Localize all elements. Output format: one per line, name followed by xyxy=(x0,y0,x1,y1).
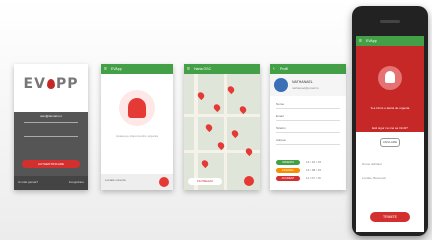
user-info: Nume utilizator xyxy=(362,162,383,166)
phone-device: ≡ EVApp S-a trimis o alerta de urgenta E… xyxy=(352,6,428,236)
app-header: ≡ Harta OSC xyxy=(184,64,260,74)
menu-icon[interactable]: ≡ xyxy=(187,64,190,74)
email-underline xyxy=(24,122,78,123)
profile-row[interactable]: Email xyxy=(276,112,340,121)
login-screen: EV PP user@domain.ro AUTHENTIFICARE Ai ui… xyxy=(14,64,88,190)
status-value: 12 / 10 / 16 xyxy=(306,160,322,164)
alarm-caption: Apasa pe clopot pentru urgenta xyxy=(116,134,158,138)
password-underline xyxy=(24,136,78,137)
app-header: ‹ Profil xyxy=(270,64,346,74)
map-marker[interactable] xyxy=(200,158,210,169)
login-button[interactable]: AUTHENTIFICARE xyxy=(22,160,80,168)
phone-speaker xyxy=(380,20,400,23)
app-header: ≡ EVApp xyxy=(356,36,424,46)
map-marker[interactable] xyxy=(212,102,222,113)
pin-icon xyxy=(46,79,55,89)
alert-text: S-a trimis o alerta de urgenta xyxy=(370,106,410,110)
app-header: ≡ EVApp xyxy=(101,64,173,74)
profile-card: NATHANAEL nathanael@email.ro xyxy=(270,74,346,96)
alert-panel: S-a trimis o alerta de urgenta Esti sigu… xyxy=(356,46,424,132)
profile-email: nathanael@email.ro xyxy=(292,86,319,90)
map-screen: ≡ Harta OSC FILTREAZA xyxy=(184,64,260,190)
fab-button[interactable] xyxy=(159,177,169,187)
map-marker[interactable] xyxy=(230,128,240,139)
menu-icon[interactable]: ≡ xyxy=(359,36,362,46)
cancel-button[interactable]: ANULARE xyxy=(380,138,400,147)
bell-icon xyxy=(385,71,395,83)
profile-row[interactable]: Telefon xyxy=(276,124,340,133)
filter-button[interactable]: FILTREAZA xyxy=(188,178,222,185)
alert-subtext: Esti sigur ca vrei sa trimiti? xyxy=(372,126,408,130)
location-text: Locatie curenta xyxy=(105,178,126,182)
back-icon[interactable]: ‹ xyxy=(273,64,275,74)
status-pill: URGENTA xyxy=(276,160,300,165)
alarm-button[interactable] xyxy=(378,66,402,90)
location-info: Locatie: Bucuresti xyxy=(362,176,386,180)
map-road xyxy=(194,74,198,190)
alarm-screen: ≡ EVApp Apasa pe clopot pentru urgenta L… xyxy=(101,64,173,190)
login-footer: Ai uitat parola? Inregistrare xyxy=(14,176,88,190)
profile-row[interactable]: Nume xyxy=(276,100,340,109)
status-pill: INCENDIU xyxy=(276,168,300,173)
map-road xyxy=(184,114,260,117)
status-pill: ACCIDENT xyxy=(276,176,300,181)
email-field[interactable]: user@domain.ro xyxy=(22,114,80,118)
alarm-button[interactable] xyxy=(119,90,155,126)
status-value: 11 / 07 / 16 xyxy=(306,176,321,180)
map-road xyxy=(224,74,227,190)
header-title: Profil xyxy=(280,67,288,71)
forgot-password-link[interactable]: Ai uitat parola? xyxy=(18,180,38,184)
alert-screen: ≡ EVApp S-a trimis o alerta de urgenta E… xyxy=(356,36,424,232)
map-marker[interactable] xyxy=(238,104,248,115)
header-title: Harta OSC xyxy=(194,67,212,71)
status-value: 12 / 08 / 16 xyxy=(306,168,322,172)
register-link[interactable]: Inregistrare xyxy=(69,180,84,184)
header-title: EVApp xyxy=(111,67,122,71)
header-title: EVApp xyxy=(366,39,377,43)
login-header: EV PP xyxy=(14,64,88,112)
app-logo: EV PP xyxy=(23,76,79,92)
avatar xyxy=(274,78,288,92)
map-marker[interactable] xyxy=(204,122,214,133)
fab-button[interactable] xyxy=(244,176,254,186)
showcase-background: EV PP user@domain.ro AUTHENTIFICARE Ai ui… xyxy=(0,0,432,240)
bell-icon xyxy=(128,98,146,118)
profile-row[interactable]: Adresa xyxy=(276,136,340,145)
profile-screen: ‹ Profil NATHANAEL nathanael@email.ro Nu… xyxy=(270,64,346,190)
send-button[interactable]: TRIMITE xyxy=(370,212,410,222)
menu-icon[interactable]: ≡ xyxy=(104,64,107,74)
map-marker[interactable] xyxy=(226,84,236,95)
profile-name: NATHANAEL xyxy=(292,80,313,84)
map-marker[interactable] xyxy=(244,146,254,157)
